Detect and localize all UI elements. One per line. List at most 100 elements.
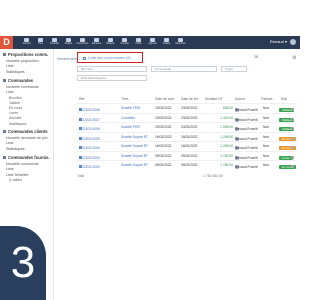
customer-link[interactable]: Société Dupart RT <box>121 135 148 139</box>
user-menu[interactable]: Renaud ▾ <box>270 39 296 45</box>
total-value: 1 782 984.00 <box>203 174 223 178</box>
order-ref-text: CO2202-0002 <box>79 165 100 169</box>
order-ref-text: CO2202-0008 <box>79 108 100 112</box>
checkbox-box <box>291 146 294 149</box>
step-number-badge: 3 <box>0 226 46 300</box>
section-icon <box>3 79 6 83</box>
nav-label: Tickets <box>162 42 171 45</box>
table-row[interactable]: CO2202-0008 Société TEM 23/02/2022 23/02/20… <box>77 103 297 112</box>
section-icon <box>3 53 6 57</box>
nav-label: Compta <box>120 42 129 45</box>
avatar[interactable] <box>290 39 296 45</box>
table-row[interactable]: CO2202-0002 Société Dupart RT 09/02/2022 09… <box>77 160 297 169</box>
author-name: Renaud Fromiti <box>235 108 258 112</box>
user-name[interactable]: Renaud ▾ <box>270 39 287 44</box>
order-date: 23/02/2022 <box>155 106 172 110</box>
col-author[interactable]: Auteur <box>235 97 245 101</box>
delivery-date: 23/02/2022 <box>181 125 198 129</box>
amount: 1 340.00 <box>220 115 233 120</box>
sidebar-section-label: Commandes clients <box>8 129 48 135</box>
section-icon <box>3 130 6 134</box>
customer-link[interactable]: Société Dupart RT <box>121 154 148 158</box>
checkbox-box <box>291 155 294 159</box>
author-name: Renaud Fromiti <box>235 117 258 122</box>
table-row[interactable]: CO2202-0004 Société Dupart RT 16/02/2022 16… <box>77 141 297 150</box>
filter-tiers[interactable]: Réf. tiers <box>77 66 147 72</box>
nav-item[interactable]: Banque <box>104 37 117 48</box>
customer-link[interactable]: Société Dupart RT <box>121 163 148 167</box>
filter-commercial[interactable]: Commercial <box>151 66 217 72</box>
list-icon <box>83 56 86 60</box>
author-name: Renaud Fromiti <box>235 165 258 169</box>
filter-project[interactable]: Projet <box>221 66 247 72</box>
nav-label: Tiers <box>37 42 44 45</box>
sidebar-subitem[interactable]: À valider <box>0 178 53 183</box>
col-status[interactable]: Etat <box>281 97 287 101</box>
amount: 585.00 <box>222 106 233 110</box>
nav-label: Produits <box>50 42 59 45</box>
delivery-date: 16/02/2022 <box>181 134 198 139</box>
sidebar-section-label: Propositions comm. <box>8 52 49 57</box>
col-livr[interactable]: Date de livr. <box>181 97 199 101</box>
billed: Non <box>263 163 270 167</box>
col-tiers[interactable]: Tiers <box>121 97 128 101</box>
table-row[interactable]: CO2202-0006 Société PRO 23/02/2022 23/02/20… <box>77 122 297 131</box>
sidebar-section-label: Commandes <box>8 77 34 83</box>
nav-item[interactable]: Factures <box>90 37 103 48</box>
nav-item[interactable]: Tiers <box>34 37 47 48</box>
app-logo[interactable]: D <box>0 36 13 49</box>
customer-link[interactable]: Comsetis <box>121 116 135 120</box>
rows-per-page-select[interactable]: 25 <box>254 55 258 59</box>
filter-category[interactable]: Etiquette/catégorie <box>77 75 147 81</box>
author-name: Renaud Fromiti <box>235 136 258 141</box>
amount: 1 780.00 <box>220 163 233 167</box>
author-name: Renaud Fromiti <box>235 127 258 131</box>
nav-item[interactable]: Accueil <box>20 37 33 48</box>
col-billed[interactable]: Facturé <box>261 97 273 101</box>
nav-item[interactable]: Compta <box>118 37 131 48</box>
order-ref-text: CO2202-0003 <box>79 155 100 160</box>
col-ref[interactable]: Réf. <box>79 97 85 101</box>
col-amount[interactable]: Montant HT <box>205 97 223 101</box>
customer-link[interactable]: Société PRO <box>121 125 140 129</box>
nav-item[interactable]: Produits <box>48 37 61 48</box>
sidebar-section-head[interactable]: Commandes fournis. <box>0 152 53 161</box>
table-header: Réf. Tiers Date de com. Date de livr. Mo… <box>77 94 297 102</box>
table-row[interactable]: CO2202-0007 Comsetis 23/02/2022 23/02/2022 1… <box>77 112 297 122</box>
nav-item[interactable]: Projets <box>62 37 75 48</box>
nav-item[interactable]: Commerce <box>76 37 89 48</box>
order-date: 23/02/2022 <box>155 115 172 120</box>
sidebar-item[interactable]: Nouvelle demande de prix <box>0 135 53 141</box>
nav-label: Commerce <box>76 42 89 45</box>
customer-link[interactable]: Société Dupart RT <box>121 144 148 148</box>
checkbox-box <box>291 165 294 168</box>
nav-item[interactable]: Outils <box>132 37 145 48</box>
table-total: Total 1 782 984.00 <box>77 174 223 178</box>
delivery-date: 23/02/2022 <box>181 115 198 120</box>
nav-item[interactable]: Membres <box>174 37 187 48</box>
checkbox-box <box>291 117 294 121</box>
billed: Non <box>263 153 270 158</box>
nav-label: Membres <box>175 42 186 45</box>
amount: 1 780.00 <box>220 153 233 158</box>
nav-item[interactable]: Agenda <box>146 37 159 48</box>
author-name: Renaud Fromiti <box>235 155 258 160</box>
nav-item[interactable]: Tickets <box>160 37 173 48</box>
billed: Non <box>263 134 270 139</box>
order-ref-text: CO2202-0007 <box>79 117 100 122</box>
amount: 1 295.00 <box>220 144 233 148</box>
nav-label: Projets <box>64 42 73 45</box>
table-row[interactable]: CO2202-0005 Société Dupart RT 16/02/2022 16… <box>77 131 297 141</box>
table-row[interactable]: CO2202-0003 Société Dupart RT 09/02/2022 09… <box>77 150 297 160</box>
list-title[interactable]: Liste des commandes (9) <box>83 56 131 60</box>
checkbox-box <box>291 108 294 111</box>
gear-icon[interactable]: ⚙ <box>292 55 296 61</box>
checkbox-box <box>291 136 294 140</box>
billed: Non <box>263 115 270 120</box>
col-date[interactable]: Date de com. <box>155 97 175 101</box>
sidebar-section-head[interactable]: Commandes clients <box>0 126 53 135</box>
order-date: 23/02/2022 <box>155 125 172 129</box>
customer-link[interactable]: Société TEM <box>121 106 140 110</box>
sidebar-section-head[interactable]: Propositions comm. <box>0 49 53 58</box>
sidebar-section-head[interactable]: Commandes <box>0 75 53 84</box>
